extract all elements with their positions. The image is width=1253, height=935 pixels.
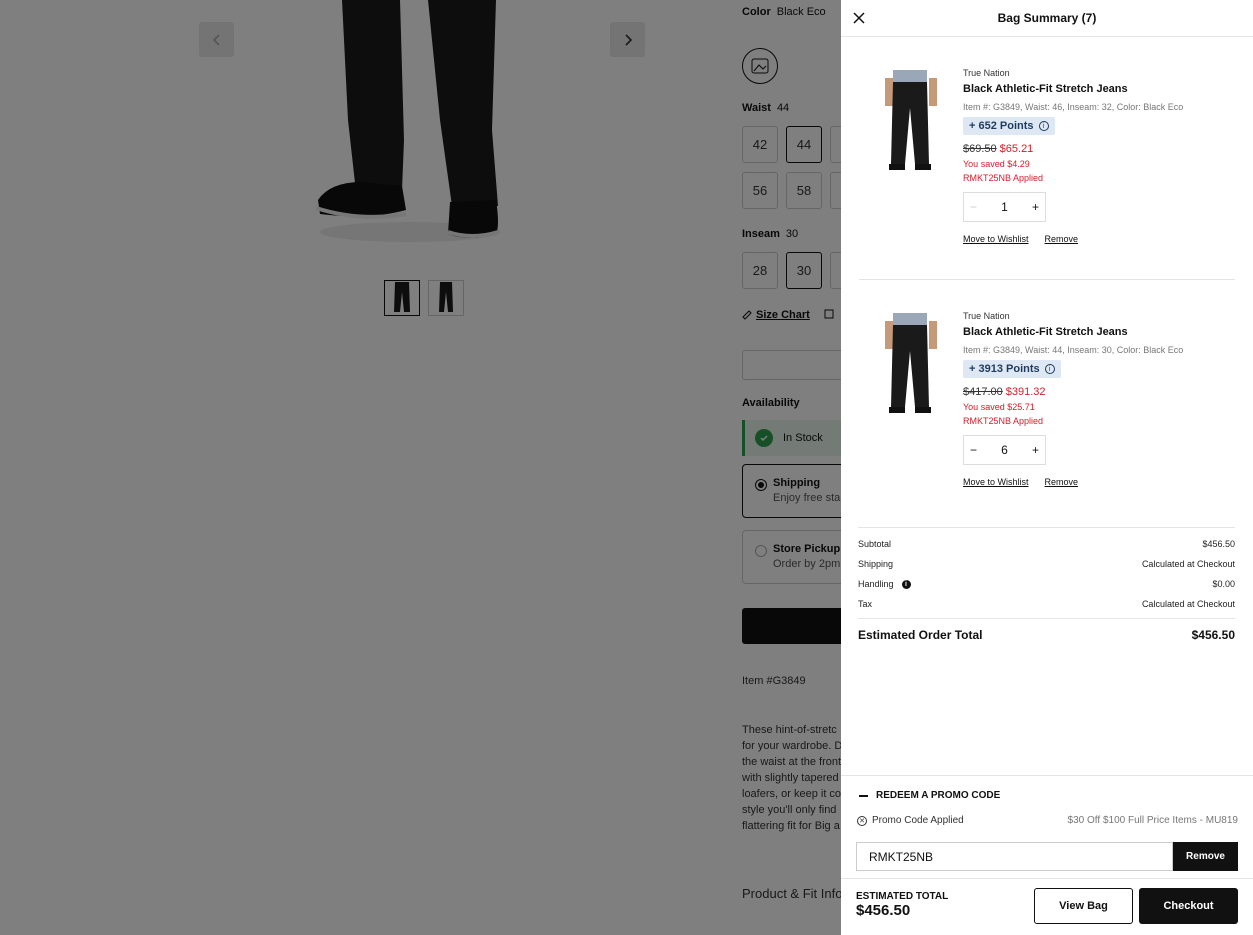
quantity-stepper: − 6 +	[963, 435, 1046, 465]
item-meta: Item #: G3849, Waist: 44, Inseam: 30, Co…	[963, 345, 1184, 355]
increment-button[interactable]: +	[1032, 443, 1039, 457]
promo-toggle[interactable]: REDEEM A PROMO CODE	[859, 790, 1000, 801]
move-to-wishlist-link[interactable]: Move to Wishlist	[963, 477, 1029, 487]
item-brand: True Nation	[963, 311, 1010, 321]
shipping-value: Calculated at Checkout	[1141, 559, 1235, 569]
decrement-button[interactable]: −	[970, 443, 977, 457]
savings-text: You saved $4.29	[963, 159, 1030, 169]
promo-applied-text: RMKT25NB Applied	[963, 173, 1044, 183]
increment-button[interactable]: +	[1032, 200, 1039, 214]
quantity-value[interactable]: 1	[1001, 200, 1008, 214]
item-image[interactable]	[881, 68, 941, 176]
promo-applied-row: ✕ Promo Code Applied $30 Off $100 Full P…	[857, 815, 1238, 826]
handling-label: Handling	[858, 579, 894, 589]
item-meta: Item #: G3849, Waist: 46, Inseam: 32, Co…	[963, 102, 1184, 112]
order-total-value: $456.50	[1191, 627, 1235, 642]
subtotal-row: Subtotal $456.50	[858, 534, 1235, 554]
order-total-label: Estimated Order Total	[858, 627, 983, 642]
price-row: $417.00 $391.32	[963, 386, 1243, 398]
savings-text: You saved $25.71	[963, 402, 1035, 412]
shipping-label: Shipping	[858, 559, 894, 569]
promo-applied-label: Promo Code Applied	[872, 815, 964, 826]
points-text: + 652 Points	[969, 120, 1034, 132]
drawer-header: Bag Summary (7)	[841, 0, 1253, 37]
item-info: True Nation Black Athletic-Fit Stretch J…	[963, 311, 1243, 487]
divider	[859, 279, 1235, 280]
checkout-button[interactable]: Checkout	[1139, 888, 1238, 924]
sale-price: $65.21	[999, 143, 1034, 155]
original-price: $69.50	[963, 143, 997, 155]
remove-item-link[interactable]: Remove	[1045, 477, 1079, 487]
points-badge: + 3913 Points i	[963, 360, 1061, 378]
modal-overlay[interactable]	[0, 0, 841, 935]
estimated-total-value: $456.50	[856, 902, 911, 919]
promo-applied-detail: $30 Off $100 Full Price Items - MU819	[1067, 815, 1238, 826]
minus-icon	[859, 794, 868, 797]
decrement-button[interactable]: −	[970, 200, 977, 214]
item-name[interactable]: Black Athletic-Fit Stretch Jeans	[963, 83, 1243, 95]
remove-item-link[interactable]: Remove	[1045, 234, 1079, 244]
points-badge: + 652 Points i	[963, 117, 1055, 135]
sale-price: $391.32	[1005, 386, 1046, 398]
item-actions: Move to Wishlist Remove	[963, 234, 1243, 244]
move-to-wishlist-link[interactable]: Move to Wishlist	[963, 234, 1029, 244]
order-summary: Subtotal $456.50 Shipping Calculated at …	[858, 527, 1235, 650]
drawer-footer: ESTIMATED TOTAL $456.50 View Bag Checkou…	[841, 878, 1253, 935]
quantity-value[interactable]: 6	[1001, 443, 1008, 457]
handling-value: $0.00	[1212, 579, 1235, 589]
tax-value: Calculated at Checkout	[1141, 599, 1235, 609]
tax-row: Tax Calculated at Checkout	[858, 594, 1235, 614]
view-bag-button[interactable]: View Bag	[1034, 888, 1133, 924]
price-row: $69.50 $65.21	[963, 143, 1243, 155]
estimated-total-label: ESTIMATED TOTAL	[856, 891, 949, 902]
info-icon[interactable]: i	[1044, 364, 1055, 374]
drawer-title: Bag Summary (7)	[997, 11, 1097, 25]
item-info: True Nation Black Athletic-Fit Stretch J…	[963, 68, 1243, 244]
quantity-stepper: − 1 +	[963, 192, 1046, 222]
points-text: + 3913 Points	[969, 363, 1040, 375]
promo-heading: REDEEM A PROMO CODE	[876, 790, 1001, 801]
item-name[interactable]: Black Athletic-Fit Stretch Jeans	[963, 326, 1243, 338]
close-icon[interactable]	[851, 10, 867, 26]
item-image[interactable]	[881, 311, 941, 419]
tax-label: Tax	[858, 599, 873, 609]
bag-item: True Nation Black Athletic-Fit Stretch J…	[859, 311, 1235, 506]
promo-remove-button[interactable]: Remove	[1173, 842, 1238, 871]
bag-summary-drawer: Bag Summary (7) True Nation Black Athlet…	[841, 0, 1253, 935]
bag-item: True Nation Black Athletic-Fit Stretch J…	[859, 68, 1235, 263]
order-total-row: Estimated Order Total $456.50	[858, 618, 1235, 650]
promo-applied-text: RMKT25NB Applied	[963, 416, 1044, 426]
subtotal-label: Subtotal	[858, 539, 892, 549]
close-circle-icon[interactable]: ✕	[857, 815, 867, 826]
subtotal-value: $456.50	[1202, 539, 1235, 549]
promo-code-input[interactable]: RMKT25NB	[856, 842, 1173, 871]
item-actions: Move to Wishlist Remove	[963, 477, 1243, 487]
info-icon[interactable]: i	[901, 579, 911, 589]
shipping-row: Shipping Calculated at Checkout	[858, 554, 1235, 574]
original-price: $417.00	[963, 386, 1003, 398]
item-brand: True Nation	[963, 68, 1010, 78]
info-icon[interactable]: i	[1038, 121, 1049, 131]
promo-section: REDEEM A PROMO CODE ✕ Promo Code Applied…	[841, 775, 1253, 871]
handling-row: Handling i $0.00	[858, 574, 1235, 594]
